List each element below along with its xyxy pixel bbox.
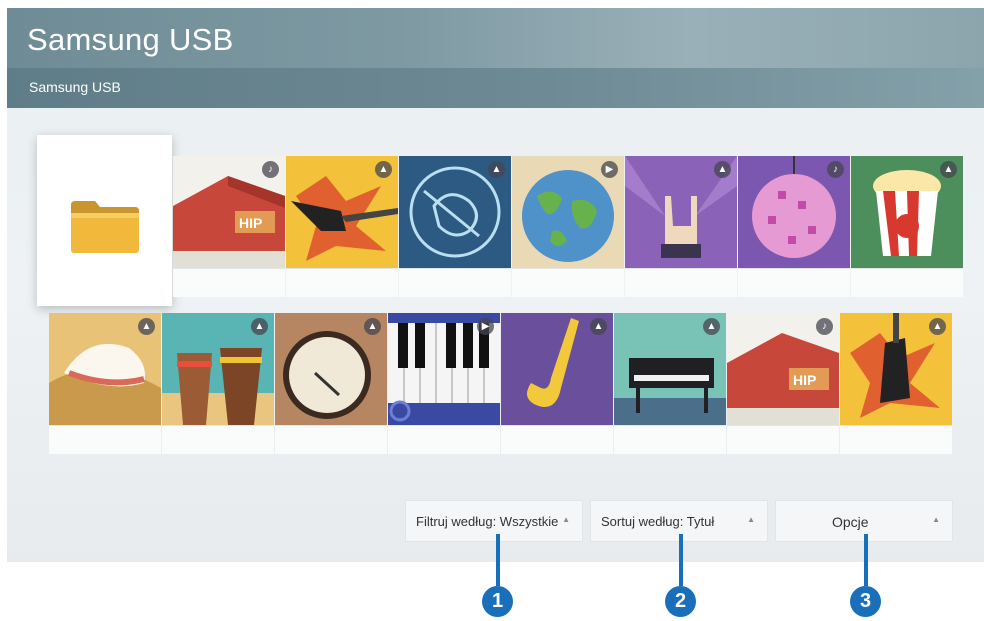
photo-icon: ▲ (929, 318, 946, 335)
usb-browser-screen: Samsung USB Samsung USB HIP ♪ ▲ ▲ ▶ ▲ ♪ … (7, 8, 984, 562)
tile-caption (173, 268, 285, 297)
tile-red-tent-2[interactable]: HIP ♪ (727, 313, 839, 454)
caret-up-icon: ▲ (562, 515, 570, 524)
tile-saxophone[interactable]: ▲ (501, 313, 613, 454)
photo-icon: ▲ (703, 318, 720, 335)
folder-tile[interactable] (37, 135, 172, 306)
tile-caption (614, 425, 726, 454)
sort-label: Sortuj według: Tytuł (601, 514, 715, 529)
callout-line-2 (679, 534, 683, 586)
caret-up-icon: ▲ (747, 515, 755, 524)
tile-caption (388, 425, 500, 454)
tile-caption (738, 268, 850, 297)
photo-icon: ▲ (714, 161, 731, 178)
music-icon: ♪ (816, 318, 833, 335)
callout-2: 2 (665, 586, 696, 617)
breadcrumb: Samsung USB (29, 79, 121, 95)
filter-dropdown[interactable]: Filtruj według: Wszystkie ▲ (405, 500, 583, 542)
photo-icon: ▲ (488, 161, 505, 178)
tile-globe[interactable]: ▶ (512, 156, 624, 297)
tile-drums[interactable]: ▲ (162, 313, 274, 454)
tile-hat[interactable]: ▲ (49, 313, 161, 454)
photo-icon: ▲ (375, 161, 392, 178)
media-row-2: ▲ ▲ ▲ ▶ ▲ ▲ HIP ♪ ▲ (49, 313, 953, 454)
tile-piano-keys[interactable]: ▶ (388, 313, 500, 454)
photo-icon: ▲ (138, 318, 155, 335)
tile-caption (501, 425, 613, 454)
photo-icon: ▲ (251, 318, 268, 335)
tile-caption (727, 425, 839, 454)
tile-caption (275, 425, 387, 454)
tile-caption (162, 425, 274, 454)
tile-banjo[interactable]: ▲ (275, 313, 387, 454)
tile-caption (286, 268, 398, 297)
callout-1: 1 (482, 586, 513, 617)
header: Samsung USB Samsung USB (7, 8, 984, 108)
media-row-1: HIP ♪ ▲ ▲ ▶ ▲ ♪ ▲ (173, 156, 964, 297)
tile-caption (512, 268, 624, 297)
tile-red-tent[interactable]: HIP ♪ (173, 156, 285, 297)
photo-icon: ▲ (590, 318, 607, 335)
tile-disco-ball[interactable]: ♪ (738, 156, 850, 297)
tile-caption (49, 425, 161, 454)
caret-up-icon: ▲ (932, 515, 940, 524)
tile-grand-piano[interactable]: ▲ (614, 313, 726, 454)
filter-label: Filtruj według: Wszystkie (416, 514, 559, 529)
video-icon: ▶ (477, 318, 494, 335)
callout-line-3 (864, 534, 868, 586)
video-icon: ▶ (601, 161, 618, 178)
tile-caption (840, 425, 952, 454)
tile-popcorn[interactable]: ▲ (851, 156, 963, 297)
folder-icon (71, 201, 139, 253)
tile-caption (399, 268, 511, 297)
svg-text:HIP: HIP (239, 215, 262, 231)
music-icon: ♪ (262, 161, 279, 178)
callout-3: 3 (850, 586, 881, 617)
photo-icon: ▲ (364, 318, 381, 335)
callout-line-1 (496, 534, 500, 586)
photo-icon: ▲ (940, 161, 957, 178)
tile-caption (851, 268, 963, 297)
tile-electric-guitar-2[interactable]: ▲ (840, 313, 952, 454)
tile-rock-hand[interactable]: ▲ (625, 156, 737, 297)
app-title: Samsung USB (27, 22, 234, 57)
tile-electric-guitar[interactable]: ▲ (286, 156, 398, 297)
svg-text:HIP: HIP (793, 372, 816, 388)
music-icon: ♪ (827, 161, 844, 178)
header-band (7, 68, 984, 108)
tile-caption (625, 268, 737, 297)
tile-guitar-drawing[interactable]: ▲ (399, 156, 511, 297)
options-label: Opcje (832, 514, 869, 530)
